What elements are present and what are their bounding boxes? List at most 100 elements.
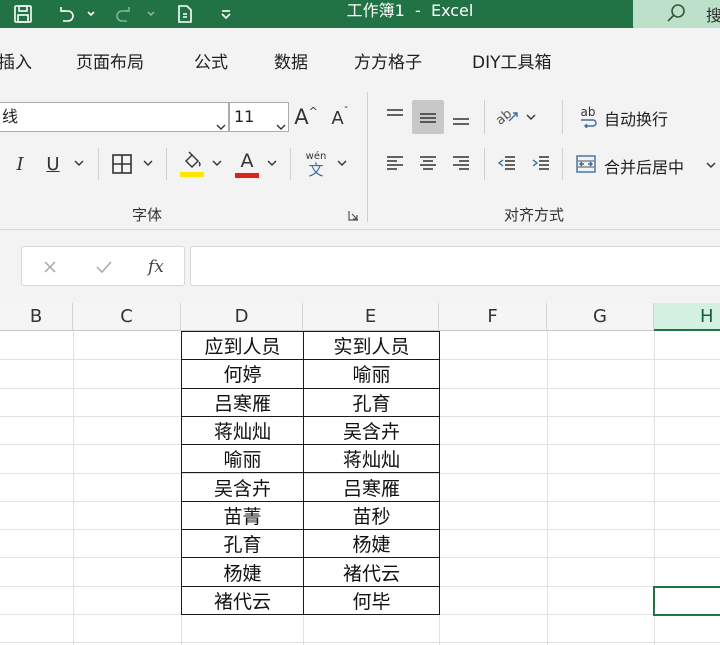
font-size-select[interactable]: 11: [229, 102, 289, 132]
undo-icon[interactable]: [52, 3, 78, 25]
align-bottom-icon[interactable]: [446, 102, 476, 132]
cell-expected[interactable]: 喻丽: [181, 444, 304, 474]
ribbon: 线 11 A ^ Aˇ I U A wén 文 字体 ab ab 自动换行 合并…: [0, 86, 720, 230]
column-header-h[interactable]: H: [654, 303, 720, 331]
wrap-text-icon[interactable]: ab: [574, 102, 602, 132]
column-header-f[interactable]: F: [439, 303, 547, 331]
cell-actual[interactable]: 苗秒: [303, 500, 440, 531]
print-preview-icon[interactable]: [172, 3, 198, 25]
tab-diy-toolbox[interactable]: DIY工具箱: [472, 48, 552, 73]
cell-actual[interactable]: 实到人员: [303, 330, 440, 361]
merge-center-button[interactable]: 合并后居中: [604, 154, 684, 178]
divider: [166, 148, 167, 180]
chevron-down-icon[interactable]: [335, 156, 349, 170]
formula-input[interactable]: [190, 246, 720, 286]
table-row: 褚代云 何毕: [181, 585, 440, 615]
merge-center-icon[interactable]: [572, 150, 600, 178]
redo-icon[interactable]: [112, 3, 138, 25]
cell-actual[interactable]: 喻丽: [303, 359, 440, 389]
cell-actual[interactable]: 孔育: [303, 387, 440, 417]
redo-dropdown-icon[interactable]: [144, 3, 158, 25]
formula-buttons: fx: [21, 246, 185, 286]
cell-expected[interactable]: 孔育: [181, 529, 304, 559]
table-row: 吕寒雁 孔育: [181, 387, 440, 417]
table-row: 杨婕 褚代云: [181, 557, 440, 587]
attendance-table: 应到人员 实到人员 何婷 喻丽 吕寒雁 孔育 蒋灿灿 吴含卉 喻丽 蒋灿灿 吴含卉 吕寒雁 苗菁 苗秒 孔育…: [181, 330, 440, 615]
customize-toolbar-icon[interactable]: [216, 3, 236, 25]
chevron-down-icon[interactable]: [524, 110, 538, 124]
cell-actual[interactable]: 褚代云: [303, 557, 440, 587]
font-color-button[interactable]: A: [232, 148, 262, 180]
dialog-launcher-icon[interactable]: [346, 208, 360, 222]
selected-cell[interactable]: [653, 586, 720, 616]
column-header-g[interactable]: G: [547, 303, 654, 331]
insert-function-button[interactable]: fx: [144, 255, 168, 279]
align-middle-icon[interactable]: [412, 100, 444, 134]
align-right-icon[interactable]: [446, 148, 476, 178]
italic-button[interactable]: I: [10, 150, 30, 178]
formula-bar-area: fx: [0, 230, 720, 303]
cell-expected[interactable]: 应到人员: [181, 330, 304, 361]
enter-icon[interactable]: [92, 255, 116, 279]
cell-actual[interactable]: 杨婕: [303, 529, 440, 559]
chevron-down-icon[interactable]: [210, 156, 224, 170]
chevron-down-icon[interactable]: [141, 156, 155, 170]
tab-insert[interactable]: 插入: [0, 48, 32, 73]
cell-expected[interactable]: 吴含卉: [181, 472, 304, 502]
divider: [562, 148, 563, 180]
align-center-icon[interactable]: [412, 148, 444, 178]
underline-button[interactable]: U: [42, 150, 64, 178]
cell-actual[interactable]: 吕寒雁: [303, 472, 440, 502]
chevron-down-icon[interactable]: [72, 156, 86, 170]
cell-actual[interactable]: 何毕: [303, 585, 440, 615]
chevron-down-icon[interactable]: [704, 158, 718, 172]
table-row: 何婷 喻丽: [181, 359, 440, 389]
cell-expected[interactable]: 褚代云: [181, 585, 304, 615]
chevron-down-icon: [276, 113, 286, 130]
cell-actual[interactable]: 吴含卉: [303, 415, 440, 446]
chevron-down-icon[interactable]: [265, 156, 279, 170]
increase-indent-icon[interactable]: [526, 148, 556, 178]
cell-expected[interactable]: 吕寒雁: [181, 387, 304, 417]
column-header-b[interactable]: B: [0, 303, 73, 331]
cell-expected[interactable]: 苗菁: [181, 500, 304, 531]
chevron-down-icon: [216, 113, 226, 130]
column-header-d[interactable]: D: [181, 303, 303, 331]
orientation-icon[interactable]: ab: [492, 102, 522, 132]
cancel-icon[interactable]: [38, 255, 62, 279]
cell-expected[interactable]: 何婷: [181, 359, 304, 389]
worksheet-grid[interactable]: B C D E F G H 应到人员 实到人员 何婷 喻丽 吕寒雁 孔育 蒋灿灿 吴含卉 喻丽蒋…: [0, 303, 720, 645]
search-label: 搜: [706, 6, 720, 25]
increase-font-size-button[interactable]: A ^: [294, 102, 318, 132]
wrap-text-button[interactable]: 自动换行: [604, 106, 668, 130]
borders-icon[interactable]: [108, 150, 136, 178]
align-left-icon[interactable]: [380, 148, 410, 178]
tab-fangfang[interactable]: 方方格子: [354, 48, 422, 73]
divider: [98, 148, 99, 180]
tab-data[interactable]: 数据: [274, 48, 308, 73]
font-group-label: 字体: [132, 206, 163, 224]
save-icon[interactable]: [10, 3, 36, 25]
undo-dropdown-icon[interactable]: [84, 3, 98, 25]
column-header-c[interactable]: C: [73, 303, 181, 331]
cell-expected[interactable]: 杨婕: [181, 557, 304, 587]
column-header-e[interactable]: E: [303, 303, 439, 331]
table-row: 苗菁 苗秒: [181, 500, 440, 531]
fill-color-button[interactable]: [176, 148, 208, 180]
tab-page-layout[interactable]: 页面布局: [76, 48, 144, 73]
font-size-value: 11: [234, 107, 255, 126]
table-row: 喻丽 蒋灿灿: [181, 444, 440, 474]
decrease-indent-icon[interactable]: [492, 148, 522, 178]
decrease-font-size-button[interactable]: Aˇ: [328, 104, 352, 132]
paint-bucket-icon: [185, 151, 201, 168]
phonetic-guide-button[interactable]: wén 文: [300, 148, 332, 180]
search-box[interactable]: 搜: [633, 0, 720, 30]
fill-color-swatch: [180, 172, 204, 177]
align-top-icon[interactable]: [380, 102, 410, 132]
font-name-select[interactable]: 线: [0, 102, 229, 132]
tab-formulas[interactable]: 公式: [194, 48, 228, 73]
font-color-swatch: [235, 172, 259, 178]
cell-actual[interactable]: 蒋灿灿: [303, 444, 440, 474]
ribbon-tabs: 插入 页面布局 公式 数据 方方格子 DIY工具箱: [0, 28, 720, 86]
cell-expected[interactable]: 蒋灿灿: [181, 415, 304, 446]
